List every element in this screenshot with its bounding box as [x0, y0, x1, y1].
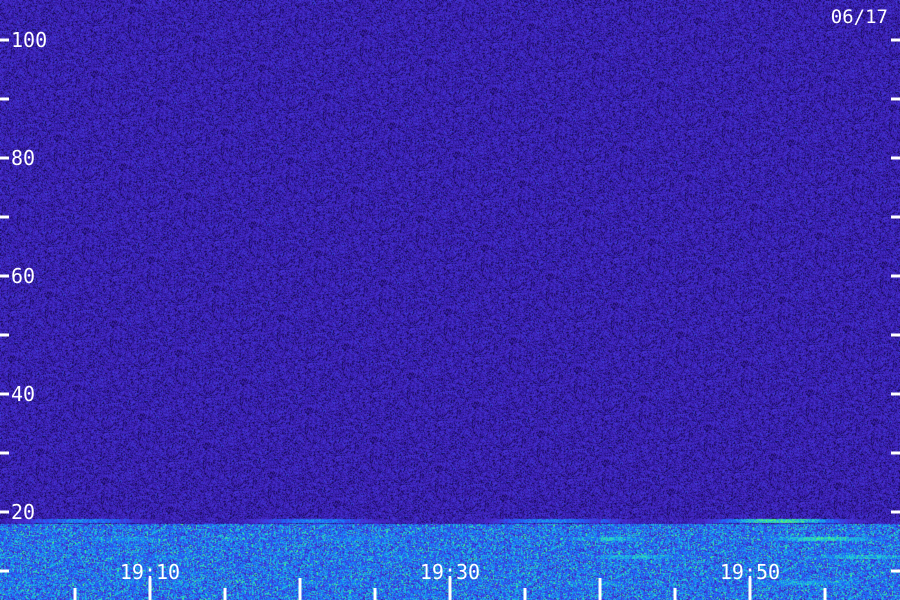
- x-tick-label-1930: 19:30: [420, 560, 480, 584]
- spectrogram-image: [0, 0, 900, 600]
- x-tick-label-1950: 19:50: [720, 560, 780, 584]
- y-tick-label-20: 20: [11, 500, 35, 524]
- y-tick-label-40: 40: [11, 382, 35, 406]
- spectrogram-chart: 20 40 60 80 100 19:10 19:30 19:50 06/17: [0, 0, 900, 600]
- y-tick-label-80: 80: [11, 146, 35, 170]
- x-tick-label-1910: 19:10: [120, 560, 180, 584]
- spectrogram-raster: [0, 0, 900, 600]
- y-tick-label-60: 60: [11, 264, 35, 288]
- y-tick-label-100: 100: [11, 28, 47, 52]
- date-label: 06/17: [831, 6, 888, 28]
